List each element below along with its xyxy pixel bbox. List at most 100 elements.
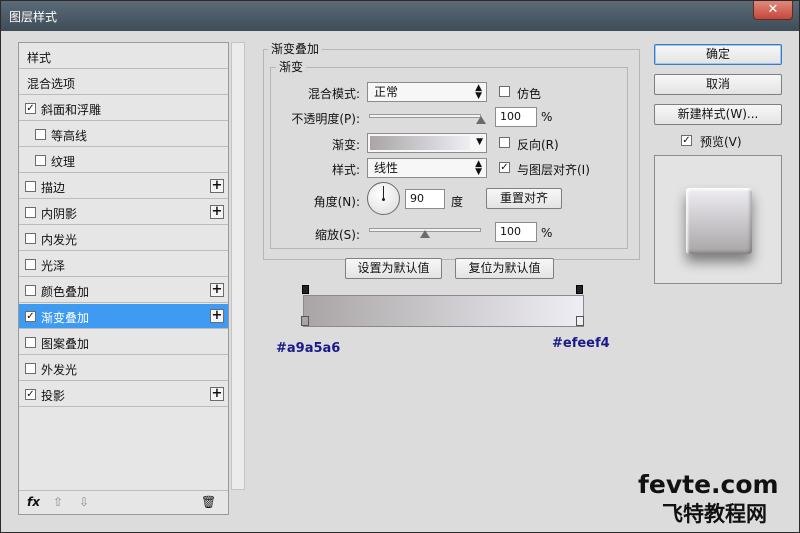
angle-dial[interactable] [367, 182, 400, 215]
dropdown-arrows-icon: ▲ ▼ [475, 83, 482, 101]
style-list-footer: fx ⇧ ⇩ 🗑 [19, 490, 228, 514]
gradient-swatch [370, 136, 470, 150]
dropdown-arrows-icon: ▲ ▼ [475, 159, 482, 177]
style-item-label: 颜色叠加 [41, 285, 90, 299]
color-stop-left[interactable] [301, 316, 309, 326]
style-item-label: 图案叠加 [41, 337, 90, 351]
opacity-slider-knob[interactable] [476, 116, 486, 124]
move-down-icon[interactable]: ⇩ [79, 495, 89, 509]
opacity-slider[interactable] [369, 114, 481, 118]
dither-checkbox[interactable] [499, 86, 510, 97]
style-item-label: 纹理 [51, 155, 76, 169]
cancel-button[interactable]: 取消 [654, 74, 782, 95]
style-list-item[interactable]: ✓ 渐变叠加 + [19, 304, 228, 329]
gradient-picker[interactable]: ▼ [367, 133, 487, 153]
opacity-label: 不透明度(P): [291, 112, 360, 126]
style-item-checkbox[interactable] [25, 285, 36, 296]
style-item-label: 混合选项 [27, 77, 76, 91]
watermark-domain: fevte.com [638, 470, 779, 499]
style-label: 样式: [331, 163, 360, 177]
opacity-unit: % [541, 110, 553, 124]
scale-unit: % [541, 226, 553, 240]
trash-icon[interactable]: 🗑 [201, 495, 216, 509]
style-select[interactable]: 线性 ▲ ▼ [367, 158, 487, 178]
reset-to-default-button[interactable]: 复位为默认值 [455, 258, 554, 279]
close-button[interactable]: ✕ [753, 1, 793, 20]
style-list-item[interactable]: 图案叠加 [19, 330, 228, 355]
add-effect-icon[interactable]: + [210, 387, 224, 401]
style-list-item[interactable]: 光泽 [19, 252, 228, 277]
style-item-checkbox[interactable]: ✓ [25, 103, 36, 114]
style-item-label: 内阴影 [41, 207, 78, 221]
style-item-label: 投影 [41, 389, 66, 403]
window-title: 图层样式 [9, 10, 58, 24]
add-effect-icon[interactable]: + [210, 205, 224, 219]
blend-mode-value: 正常 [374, 85, 399, 99]
style-list-item[interactable]: ✓ 斜面和浮雕 [19, 96, 228, 121]
style-list-item[interactable]: 颜色叠加 + [19, 278, 228, 303]
reset-alignment-button[interactable]: 重置对齐 [486, 188, 562, 209]
left-stop-hex-label: #a9a5a6 [276, 341, 341, 356]
blend-mode-label: 混合模式: [307, 87, 360, 101]
style-list-item[interactable]: 内发光 [19, 226, 228, 251]
fx-icon[interactable]: fx [27, 495, 40, 509]
opacity-input[interactable]: 100 [495, 107, 537, 127]
gradient-bar[interactable] [303, 295, 584, 327]
style-list-item[interactable]: ✓ 投影 + [19, 382, 228, 407]
angle-input[interactable]: 90 [405, 189, 445, 209]
title-bar: 图层样式 ✕ [1, 1, 799, 31]
style-list-item[interactable]: 内阴影 + [19, 200, 228, 225]
style-item-checkbox[interactable] [35, 129, 46, 140]
style-item-checkbox[interactable] [25, 233, 36, 244]
move-up-icon[interactable]: ⇧ [53, 495, 63, 509]
dither-label: 仿色 [517, 87, 542, 101]
color-stop-right[interactable] [576, 316, 584, 326]
style-item-checkbox[interactable] [25, 337, 36, 348]
preview-panel [654, 155, 782, 284]
style-list-item[interactable]: 等高线 [19, 122, 228, 147]
style-item-checkbox[interactable] [35, 155, 46, 166]
scale-input[interactable]: 100 [495, 222, 537, 242]
style-list-item[interactable]: 描边 + [19, 174, 228, 199]
style-list-scrollbar[interactable] [231, 42, 245, 490]
angle-label: 角度(N): [313, 195, 360, 209]
style-item-checkbox[interactable] [25, 259, 36, 270]
style-list-item[interactable]: 外发光 [19, 356, 228, 381]
opacity-stop-right[interactable] [576, 285, 583, 294]
preview-checkbox[interactable]: ✓ [681, 135, 692, 146]
style-list-item[interactable]: 纹理 [19, 148, 228, 173]
scale-label: 缩放(S): [314, 228, 360, 242]
style-item-label: 内发光 [41, 233, 78, 247]
chevron-down-icon: ▼ [476, 137, 483, 147]
add-effect-icon[interactable]: + [210, 309, 224, 323]
style-item-label: 外发光 [41, 363, 78, 377]
right-stop-hex-label: #efeef4 [552, 336, 610, 351]
scale-slider-knob[interactable] [420, 230, 430, 238]
blend-mode-select[interactable]: 正常 ▲ ▼ [367, 82, 487, 102]
style-item-checkbox[interactable] [25, 207, 36, 218]
align-with-layer-checkbox[interactable]: ✓ [499, 162, 510, 173]
add-effect-icon[interactable]: + [210, 179, 224, 193]
style-item-checkbox[interactable] [25, 181, 36, 192]
style-item-checkbox[interactable]: ✓ [25, 389, 36, 400]
opacity-stop-left[interactable] [302, 285, 309, 294]
style-list-item[interactable]: 混合选项 [19, 70, 228, 95]
reverse-checkbox[interactable] [499, 137, 510, 148]
angle-center-dot [382, 198, 385, 201]
gradient-subgroup-title: 渐变 [276, 58, 307, 75]
add-effect-icon[interactable]: + [210, 283, 224, 297]
angle-unit: 度 [451, 195, 464, 209]
style-item-label: 等高线 [51, 129, 88, 143]
style-item-label: 光泽 [41, 259, 66, 273]
ok-button[interactable]: 确定 [654, 44, 782, 65]
reverse-label: 反向(R) [517, 138, 559, 152]
make-default-button[interactable]: 设置为默认值 [345, 258, 442, 279]
style-item-checkbox[interactable] [25, 363, 36, 374]
style-item-label: 描边 [41, 181, 66, 195]
style-value: 线性 [374, 161, 399, 175]
style-item-checkbox[interactable]: ✓ [25, 311, 36, 322]
new-style-button[interactable]: 新建样式(W)... [654, 104, 782, 125]
style-list-item[interactable]: 样式 [19, 44, 228, 69]
align-with-layer-label: 与图层对齐(I) [517, 163, 590, 177]
preview-label: 预览(V) [700, 135, 742, 149]
